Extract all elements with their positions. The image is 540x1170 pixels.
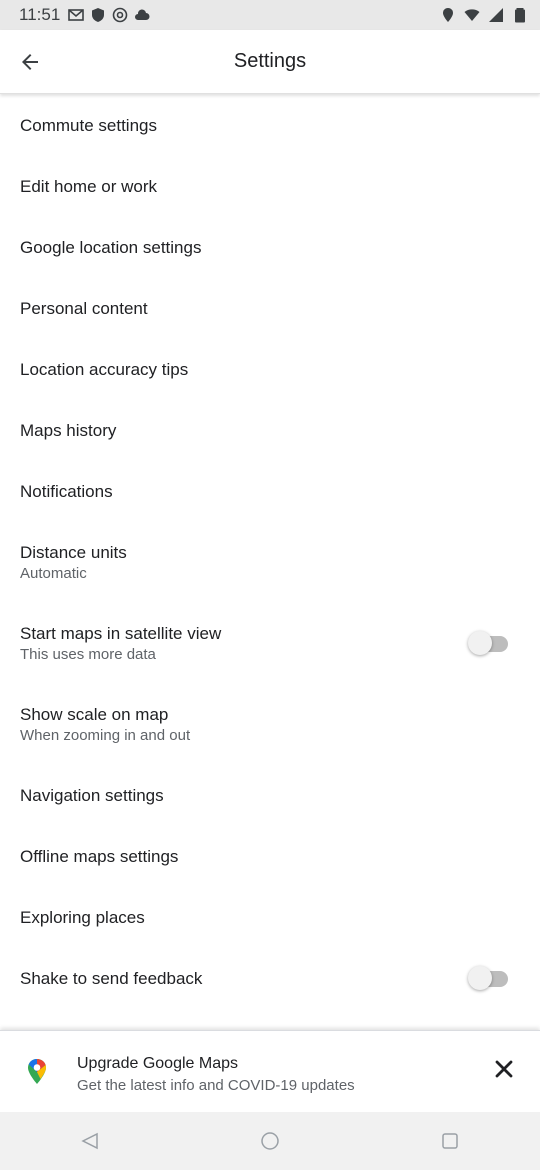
gmail-icon <box>68 9 85 21</box>
system-nav-bar <box>0 1112 540 1170</box>
settings-item-navigation[interactable]: Navigation settings <box>0 765 540 826</box>
settings-item-label: Edit home or work <box>20 176 157 196</box>
nav-back-icon[interactable] <box>79 1130 101 1152</box>
close-icon <box>495 1060 513 1078</box>
settings-item-offline-maps[interactable]: Offline maps settings <box>0 826 540 887</box>
settings-item-sublabel: When zooming in and out <box>20 727 191 744</box>
settings-item-label: Exploring places <box>20 907 145 927</box>
settings-item-label: Personal content <box>20 298 148 318</box>
battery-icon <box>515 8 525 23</box>
banner-title: Upgrade Google Maps <box>77 1055 238 1072</box>
nav-home-icon[interactable] <box>259 1130 281 1152</box>
settings-item-label: Commute settings <box>20 115 157 135</box>
app-bar: Settings <box>0 30 540 94</box>
cloud-icon <box>135 9 150 20</box>
satellite-view-toggle[interactable] <box>468 630 508 655</box>
page-title: Settings <box>233 50 307 72</box>
settings-item-label: Offline maps settings <box>20 846 179 866</box>
google-maps-pin-icon <box>20 1055 54 1089</box>
settings-item-exploring-places[interactable]: Exploring places <box>0 887 540 948</box>
upgrade-banner[interactable]: Upgrade Google Maps Get the latest info … <box>0 1030 540 1112</box>
settings-list: Commute settings Edit home or work Googl… <box>0 95 540 1030</box>
nav-recents-icon[interactable] <box>439 1130 461 1152</box>
settings-item-label: Location accuracy tips <box>20 359 189 379</box>
settings-item-personal-content[interactable]: Personal content <box>0 278 540 339</box>
shield-icon <box>92 8 105 22</box>
settings-item-satellite-view[interactable]: Start maps in satellite view This uses m… <box>0 603 540 684</box>
shake-feedback-toggle[interactable] <box>468 965 508 990</box>
settings-item-label: Show scale on map <box>20 705 169 724</box>
banner-close-button[interactable] <box>486 1051 522 1087</box>
settings-item-label: Start maps in satellite view <box>20 624 222 643</box>
settings-item-commute[interactable]: Commute settings <box>0 95 540 156</box>
settings-item-maps-history[interactable]: Maps history <box>0 400 540 461</box>
settings-item-label: Notifications <box>20 481 113 501</box>
toggle-knob <box>468 630 492 655</box>
settings-item-sublabel: This uses more data <box>20 646 156 663</box>
settings-item-google-location[interactable]: Google location settings <box>0 217 540 278</box>
settings-item-edit-home-work[interactable]: Edit home or work <box>0 156 540 217</box>
settings-item-shake-feedback[interactable]: Shake to send feedback <box>0 948 540 1009</box>
status-time: 11:51 <box>19 5 61 24</box>
settings-item-label: Shake to send feedback <box>20 968 203 988</box>
settings-item-label: Distance units <box>20 543 127 562</box>
settings-item-label: Navigation settings <box>20 785 164 805</box>
settings-item-notifications[interactable]: Notifications <box>0 461 540 522</box>
toggle-knob <box>468 965 492 990</box>
settings-item-label: Google location settings <box>20 237 202 257</box>
settings-item-distance-units[interactable]: Distance units Automatic <box>0 522 540 603</box>
settings-item-location-accuracy-tips[interactable]: Location accuracy tips <box>0 339 540 400</box>
status-bar: 11:51 <box>0 0 540 30</box>
at-sign-icon <box>112 7 128 23</box>
banner-subtitle: Get the latest info and COVID-19 updates <box>77 1077 355 1094</box>
wifi-icon <box>464 9 480 21</box>
settings-item-show-scale[interactable]: Show scale on map When zooming in and ou… <box>0 684 540 765</box>
location-icon <box>443 8 453 22</box>
signal-icon <box>489 8 503 22</box>
settings-item-label: Maps history <box>20 420 117 440</box>
settings-item-sublabel: Automatic <box>20 565 87 582</box>
